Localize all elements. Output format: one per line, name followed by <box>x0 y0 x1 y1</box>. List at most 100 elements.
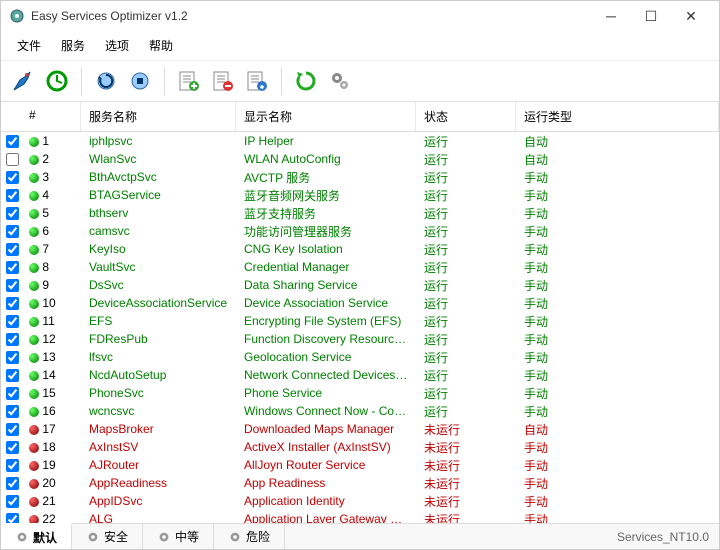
table-row[interactable]: 3BthAvctpSvcAVCTP 服务运行手动 <box>1 168 719 186</box>
row-checkbox[interactable] <box>6 297 19 310</box>
maximize-button[interactable]: ☐ <box>631 2 671 30</box>
table-row[interactable]: 6camsvc功能访问管理器服务运行手动 <box>1 222 719 240</box>
row-display-name: 功能访问管理器服务 <box>236 223 416 240</box>
menu-options[interactable]: 选项 <box>95 33 139 58</box>
row-checkbox[interactable] <box>6 333 19 346</box>
table-row[interactable]: 8VaultSvcCredential Manager运行手动 <box>1 258 719 276</box>
menu-file[interactable]: 文件 <box>7 33 51 58</box>
row-checkbox[interactable] <box>6 405 19 418</box>
tb-list-edit-icon[interactable] <box>241 65 273 97</box>
close-button[interactable]: ✕ <box>671 2 711 30</box>
row-checkbox[interactable] <box>6 495 19 508</box>
table-body[interactable]: 1iphlpsvcIP Helper运行自动 2WlanSvcWLAN Auto… <box>1 132 719 523</box>
status-dot-icon <box>29 299 39 309</box>
row-state: 运行 <box>416 169 516 186</box>
row-service-name: VaultSvc <box>81 260 236 274</box>
col-start-type[interactable]: 运行类型 <box>516 102 719 131</box>
row-checkbox[interactable] <box>6 477 19 490</box>
table-row[interactable]: 15PhoneSvcPhone Service运行手动 <box>1 384 719 402</box>
table-row[interactable]: 11EFSEncrypting File System (EFS)运行手动 <box>1 312 719 330</box>
row-number: 9 <box>42 278 49 292</box>
row-checkbox[interactable] <box>6 423 19 436</box>
row-checkbox[interactable] <box>6 225 19 238</box>
table-row[interactable]: 20AppReadinessApp Readiness未运行手动 <box>1 474 719 492</box>
tab-danger[interactable]: 危险 <box>214 524 285 549</box>
col-display-name[interactable]: 显示名称 <box>236 102 416 131</box>
tab-default-label: 默认 <box>33 529 57 546</box>
col-service-name[interactable]: 服务名称 <box>81 102 236 131</box>
row-checkbox[interactable] <box>6 189 19 202</box>
table-row[interactable]: 14NcdAutoSetupNetwork Connected Devices … <box>1 366 719 384</box>
table-row[interactable]: 12FDResPubFunction Discovery Resource P.… <box>1 330 719 348</box>
table-row[interactable]: 1iphlpsvcIP Helper运行自动 <box>1 132 719 150</box>
tab-safe[interactable]: 安全 <box>72 524 143 549</box>
menu-service[interactable]: 服务 <box>51 33 95 58</box>
row-checkbox[interactable] <box>6 387 19 400</box>
row-service-name: AppIDSvc <box>81 494 236 508</box>
row-number: 20 <box>42 476 55 490</box>
toolbar-separator <box>81 67 82 95</box>
tab-medium[interactable]: 中等 <box>143 524 214 549</box>
table-row[interactable]: 2WlanSvcWLAN AutoConfig运行自动 <box>1 150 719 168</box>
row-checkbox[interactable] <box>6 153 19 166</box>
tab-default[interactable]: 默认 <box>1 523 72 549</box>
row-checkbox[interactable] <box>6 459 19 472</box>
toolbar-separator <box>281 67 282 95</box>
status-dot-icon <box>29 137 39 147</box>
row-state: 运行 <box>416 187 516 204</box>
row-number: 3 <box>42 170 49 184</box>
table-row[interactable]: 4BTAGService蓝牙音频网关服务运行手动 <box>1 186 719 204</box>
row-checkbox[interactable] <box>6 369 19 382</box>
row-checkbox[interactable] <box>6 351 19 364</box>
row-display-name: Function Discovery Resource P... <box>236 332 416 346</box>
table-row[interactable]: 18AxInstSVActiveX Installer (AxInstSV)未运… <box>1 438 719 456</box>
row-start-type: 手动 <box>516 313 719 330</box>
row-checkbox[interactable] <box>6 513 19 524</box>
tb-service-stop-icon[interactable] <box>124 65 156 97</box>
tb-service-start-icon[interactable] <box>90 65 122 97</box>
row-start-type: 手动 <box>516 205 719 222</box>
menu-help[interactable]: 帮助 <box>139 33 183 58</box>
tb-optimize-rocket-icon[interactable] <box>7 65 39 97</box>
table-row[interactable]: 9DsSvcData Sharing Service运行手动 <box>1 276 719 294</box>
table-row[interactable]: 17MapsBrokerDownloaded Maps Manager未运行自动 <box>1 420 719 438</box>
row-service-name: ALG <box>81 512 236 523</box>
table-row[interactable]: 7KeyIsoCNG Key Isolation运行手动 <box>1 240 719 258</box>
table-row[interactable]: 10DeviceAssociationServiceDevice Associa… <box>1 294 719 312</box>
status-dot-icon <box>29 353 39 363</box>
minimize-button[interactable]: ─ <box>591 2 631 30</box>
row-checkbox[interactable] <box>6 441 19 454</box>
status-dot-icon <box>29 173 39 183</box>
status-dot-icon <box>29 389 39 399</box>
col-number[interactable]: # <box>21 102 81 131</box>
status-dot-icon <box>29 209 39 219</box>
row-checkbox[interactable] <box>6 171 19 184</box>
row-state: 运行 <box>416 151 516 168</box>
table-row[interactable]: 21AppIDSvcApplication Identity未运行手动 <box>1 492 719 510</box>
table-row[interactable]: 13lfsvcGeolocation Service运行手动 <box>1 348 719 366</box>
row-checkbox[interactable] <box>6 261 19 274</box>
col-checkbox[interactable] <box>1 102 21 131</box>
col-state[interactable]: 状态 <box>416 102 516 131</box>
row-checkbox[interactable] <box>6 279 19 292</box>
row-checkbox[interactable] <box>6 207 19 220</box>
row-display-name: Downloaded Maps Manager <box>236 422 416 436</box>
tb-restore-icon[interactable] <box>41 65 73 97</box>
row-state: 运行 <box>416 331 516 348</box>
row-checkbox[interactable] <box>6 315 19 328</box>
table-row[interactable]: 19AJRouterAllJoyn Router Service未运行手动 <box>1 456 719 474</box>
row-state: 运行 <box>416 295 516 312</box>
tb-list-remove-icon[interactable] <box>207 65 239 97</box>
table-row[interactable]: 22ALGApplication Layer Gateway Ser...未运行… <box>1 510 719 523</box>
row-checkbox[interactable] <box>6 243 19 256</box>
tb-refresh-icon[interactable] <box>290 65 322 97</box>
tb-settings-gears-icon[interactable] <box>324 65 356 97</box>
table-row[interactable]: 16wcncsvcWindows Connect Now - Config...… <box>1 402 719 420</box>
status-dot-icon <box>29 191 39 201</box>
row-checkbox[interactable] <box>6 135 19 148</box>
row-state: 未运行 <box>416 439 516 456</box>
tb-list-add-icon[interactable] <box>173 65 205 97</box>
row-state: 运行 <box>416 349 516 366</box>
table-row[interactable]: 5bthserv蓝牙支持服务运行手动 <box>1 204 719 222</box>
status-dot-icon <box>29 497 39 507</box>
